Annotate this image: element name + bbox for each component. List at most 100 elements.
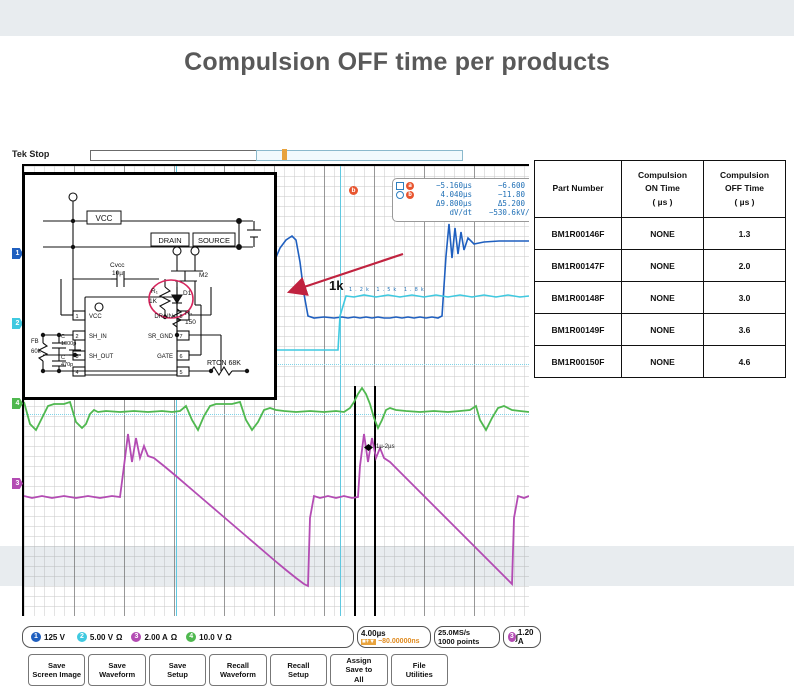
save-setup-button[interactable]: Save Setup [148,654,207,686]
channel-2-setting[interactable]: 2 5.00 V Ω [73,632,127,642]
label-rton: RTON 68K [207,360,241,367]
pin-num-8: 8 [179,314,182,320]
btn-label-line2: Setup [167,670,188,679]
recall-waveform-button[interactable]: Recall Waveform [209,654,267,686]
header-line2: ON Time [645,183,680,194]
cursor-b-badge-2: b [406,190,414,199]
label-r1-value: 1K [149,298,158,305]
btn-label-line1: Assign [346,655,372,665]
pin-num-2: 2 [75,334,78,340]
label-c1-value: 1000p [61,341,76,347]
trigger-source-dot: 3 [508,632,516,642]
cell-off-time: 4.6 [703,345,786,378]
pin-label-shin: SH_IN [89,334,107,340]
label-c2-value: 470p [61,362,73,368]
cursor-a-voltage: −6.600 V [497,181,529,190]
label-r2: R₂ [185,310,193,317]
recall-setup-button[interactable]: Recall Setup [269,654,328,686]
header-line3: ( µs ) [652,196,673,207]
label-c2: C [61,355,65,361]
btn-label-line2: Utilities [405,670,433,679]
channel-settings-group: 1 125 V 2 5.00 V Ω 3 2.00 A Ω 4 10.0 V Ω [22,626,354,648]
cell-on-time: NONE [621,345,704,378]
record-length: 1000 points [438,637,480,646]
timebase-setting[interactable]: 4.00µs ■+▼ −80.00000ns [357,626,431,648]
trigger-setting[interactable]: 3 ∫ 1.20 A [503,626,541,648]
cursor-b-checkbox[interactable] [396,190,404,199]
channel-4-setting[interactable]: 4 10.0 V Ω [182,632,236,642]
cursor-b-badge[interactable]: b [349,186,358,195]
btn-label-line1: Save [168,660,187,670]
header-line3: ( µs ) [734,196,755,207]
pin-label-srgnd: SR_GND [148,334,174,340]
label-fb-value: 60k [31,349,42,355]
header-on-time: Compulsion ON Time ( µs ) [621,160,704,218]
channel-2-scale: 5.00 V [89,632,114,642]
label-cvcc-value: 10µ [112,270,123,277]
timebase-scale: 4.00µs [361,629,386,638]
pin-label-drain: DRAIN [154,314,173,320]
channel-3-trace [24,433,529,588]
node-label-source: SOURCE [198,236,230,245]
header-line1: Compulsion [719,170,770,181]
node-label-vcc: VCC [96,214,113,223]
save-screen-image-button[interactable]: Save Screen Image [28,654,86,686]
scope-status-bar: 1 125 V 2 5.00 V Ω 3 2.00 A Ω 4 10.0 V Ω… [22,626,541,648]
top-decorative-band [0,0,794,36]
cursor-a-badge: a [406,181,414,190]
btn-label-line1: Recall [226,660,250,670]
channel-4-dot: 4 [186,632,197,642]
header-part-number: Part Number [534,160,622,218]
cell-off-time: 1.3 [703,217,786,250]
cell-on-time: NONE [621,249,704,282]
channel-2-coupling: Ω [116,632,123,642]
cursor-a-checkbox[interactable] [396,181,404,190]
circuit-diagram-inset: VCC DRAIN SOURCE Cvcc 10µ R₁ 1K D1 R₂ 15… [22,172,277,400]
btn-label-line2: Save to [345,665,373,675]
btn-label-line1: Recall [287,660,310,670]
label-cvcc: Cvcc [110,262,125,269]
page-title: Compulsion OFF time per products [184,48,610,76]
cursor-b-voltage: −11.80 V [497,190,529,199]
cursor-a-time: −5.160µs [435,181,473,190]
channel-3-setting[interactable]: 3 2.00 A Ω [127,632,181,642]
channel-3-coupling: Ω [170,632,178,642]
btn-label-line2: Screen Image [32,670,82,679]
channel-3-scale: 2.00 A [144,632,168,642]
channel-4-coupling: Ω [225,632,232,642]
scope-run-status: Tek Stop [12,149,50,159]
pin-num-7: 7 [179,334,182,340]
channel-1-scale: 125 V [44,632,65,642]
header-line1: Part Number [552,183,604,194]
assign-save-to-all-button[interactable]: Assign Save to All [330,654,388,686]
btn-label-line2: Setup [287,670,309,679]
btn-label-line1: Save [108,660,126,670]
circuit-schematic: VCC DRAIN SOURCE Cvcc 10µ R₁ 1K D1 R₂ 15… [31,192,261,377]
label-fb: FB [31,339,39,345]
header-off-time: Compulsion OFF Time ( µs ) [703,160,786,218]
file-utilities-button[interactable]: File Utilities [390,654,448,686]
save-waveform-button[interactable]: Save Waveform [88,654,146,686]
table-row: BM1R00147F NONE 2.0 [534,249,786,282]
cell-part-number: BM1R00148F [534,281,622,314]
cell-off-time: 3.6 [703,313,786,346]
timebase-delay: −80.00000ns [378,638,420,645]
trigger-level: 1.20 A [517,628,534,646]
timebase-marker-icon: ■+▼ [361,638,377,645]
pin-label-gate: GATE [157,354,173,360]
pin-label-shout: SH_OUT [89,354,114,360]
table-row: BM1R00150F NONE 4.6 [534,345,786,378]
cell-off-time: 2.0 [703,249,786,282]
pulse-width-label: 1µ-2µs [376,444,395,450]
cell-on-time: NONE [621,313,704,346]
cell-off-time: 3.0 [703,281,786,314]
node-label-drain: DRAIN [158,236,181,245]
table-header-row: Part Number Compulsion ON Time ( µs ) Co… [534,160,786,218]
channel-1-setting[interactable]: 1 125 V [27,632,72,642]
acquisition-setting[interactable]: 25.0MS/s 1000 points [434,626,500,648]
btn-label-line1: File [412,660,426,670]
cursor-readout-panel: a −5.160µs −6.600 V b 4.040µs −11.80 V Δ… [392,178,529,222]
channel-3-dot: 3 [131,632,142,642]
delta-voltage: Δ5.200 V [497,199,529,208]
trigger-position-marker[interactable] [282,149,287,160]
